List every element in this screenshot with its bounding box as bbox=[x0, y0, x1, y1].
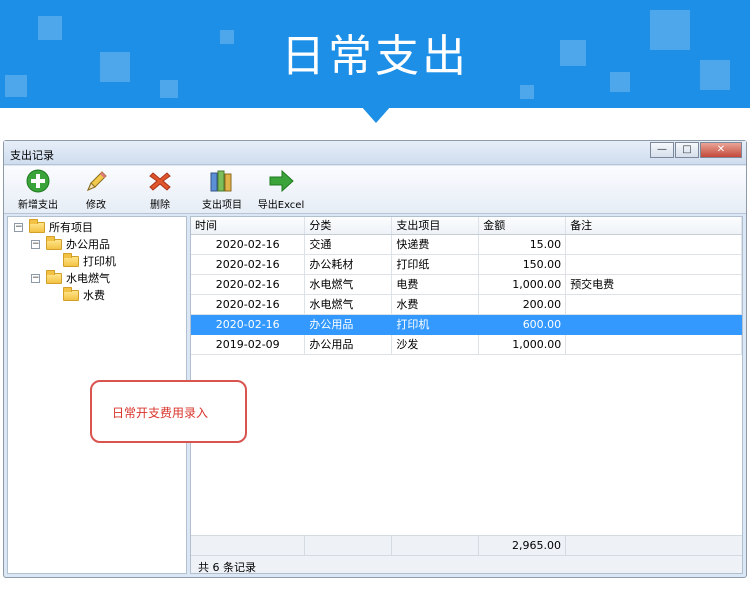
toolbar-label: 删除 bbox=[150, 200, 170, 211]
add-expense-button[interactable]: 新增支出 bbox=[12, 168, 64, 211]
tree-item-label: 水电燃气 bbox=[66, 272, 110, 285]
callout-text: 日常开支费用录入 bbox=[112, 406, 209, 420]
window-controls: — □ ✕ bbox=[649, 142, 742, 158]
total-amount: 2,965.00 bbox=[512, 539, 561, 552]
collapse-toggle[interactable]: − bbox=[31, 239, 40, 249]
cell-amount: 200.00 bbox=[478, 294, 567, 315]
summary-cell bbox=[305, 536, 392, 555]
cell-amount: 150.00 bbox=[478, 254, 567, 275]
tree-item-label: 办公用品 bbox=[66, 238, 110, 251]
cell-category: 办公用品 bbox=[304, 334, 393, 355]
folder-icon bbox=[46, 269, 62, 284]
toolbar-label: 修改 bbox=[86, 200, 106, 211]
close-button[interactable]: ✕ bbox=[700, 142, 742, 158]
cell-date: 2020-02-16 bbox=[191, 234, 306, 255]
summary-cell bbox=[392, 536, 479, 555]
cell-amount: 600.00 bbox=[478, 314, 567, 335]
cell-item: 打印机 bbox=[391, 314, 480, 335]
cell-amount: 15.00 bbox=[478, 234, 567, 255]
cell-date: 2020-02-16 bbox=[191, 274, 306, 295]
cell-item: 电费 bbox=[391, 274, 480, 295]
pencil-icon bbox=[82, 168, 110, 194]
tree-item-water[interactable]: 水费 bbox=[63, 286, 105, 303]
tree-item-label: 所有项目 bbox=[49, 221, 93, 234]
cell-amount: 1,000.00 bbox=[478, 334, 567, 355]
tree-item-label: 水费 bbox=[83, 289, 105, 302]
column-header-note[interactable]: 备注 bbox=[565, 217, 742, 235]
cell-item: 快递费 bbox=[391, 234, 480, 255]
cell-category: 办公用品 bbox=[304, 314, 393, 335]
table-row[interactable]: 2020-02-16 水电燃气 水费 200.00 bbox=[191, 294, 742, 315]
records-table: 时间 分类 支出项目 金额 备注 2020-02-16 交通 快递费 15.00… bbox=[191, 217, 742, 355]
decor-square bbox=[520, 85, 534, 99]
collapse-toggle[interactable]: − bbox=[14, 222, 23, 232]
cell-note: 预交电费 bbox=[565, 274, 742, 295]
column-header-amount[interactable]: 金额 bbox=[478, 217, 567, 235]
summary-cell bbox=[191, 536, 305, 555]
cell-date: 2020-02-16 bbox=[191, 314, 306, 335]
toolbar-label: 支出项目 bbox=[202, 200, 242, 211]
cell-date: 2019-02-09 bbox=[191, 334, 306, 355]
tree-item-office[interactable]: − 办公用品 bbox=[31, 235, 110, 252]
folder-icon bbox=[46, 235, 62, 250]
banner-arrow bbox=[361, 106, 391, 123]
records-grid: 时间 分类 支出项目 金额 备注 2020-02-16 交通 快递费 15.00… bbox=[190, 216, 743, 574]
cell-note bbox=[565, 334, 742, 355]
cell-category: 交通 bbox=[304, 234, 393, 255]
cell-category: 水电燃气 bbox=[304, 294, 393, 315]
delete-icon bbox=[146, 168, 174, 194]
folder-icon bbox=[29, 218, 45, 233]
delete-button[interactable]: 删除 bbox=[138, 168, 182, 211]
table-row[interactable]: 2020-02-16 水电燃气 电费 1,000.00 预交电费 bbox=[191, 274, 742, 295]
column-header-category[interactable]: 分类 bbox=[304, 217, 393, 235]
window-titlebar[interactable]: 支出记录 — □ ✕ bbox=[4, 141, 746, 165]
books-icon bbox=[208, 168, 236, 194]
cell-note bbox=[565, 294, 742, 315]
minimize-button[interactable]: — bbox=[650, 142, 674, 158]
cell-item: 打印纸 bbox=[391, 254, 480, 275]
table-row[interactable]: 2020-02-16 办公耗材 打印纸 150.00 bbox=[191, 254, 742, 275]
toolbar-label: 导出Excel bbox=[257, 200, 305, 211]
column-header-item[interactable]: 支出项目 bbox=[391, 217, 480, 235]
export-excel-button[interactable]: 导出Excel bbox=[256, 168, 306, 211]
toolbar-label: 新增支出 bbox=[18, 200, 58, 211]
add-icon bbox=[24, 168, 52, 194]
record-count: 共 6 条记录 bbox=[198, 561, 256, 574]
folder-icon bbox=[63, 252, 79, 267]
table-row[interactable]: 2019-02-09 办公用品 沙发 1,000.00 bbox=[191, 334, 742, 355]
table-header: 时间 分类 支出项目 金额 备注 bbox=[191, 217, 742, 235]
cell-date: 2020-02-16 bbox=[191, 294, 306, 315]
tree-item-all[interactable]: − 所有项目 bbox=[14, 218, 93, 235]
cell-item: 沙发 bbox=[391, 334, 480, 355]
folder-icon bbox=[63, 286, 79, 301]
toolbar: 新增支出 修改 删除 支出项目 导出Excel bbox=[4, 166, 746, 214]
maximize-button[interactable]: □ bbox=[675, 142, 699, 158]
edit-button[interactable]: 修改 bbox=[74, 168, 118, 211]
cell-category: 办公耗材 bbox=[304, 254, 393, 275]
cell-note bbox=[565, 254, 742, 275]
cell-date: 2020-02-16 bbox=[191, 254, 306, 275]
export-arrow-icon bbox=[267, 168, 295, 194]
expense-items-button[interactable]: 支出项目 bbox=[196, 168, 248, 211]
table-row-selected[interactable]: 2020-02-16 办公用品 打印机 600.00 bbox=[191, 314, 742, 335]
app-window: 支出记录 — □ ✕ 新增支出 修改 删除 支出项目 导出Excel − 所有项… bbox=[3, 140, 747, 578]
callout-box: 日常开支费用录入 bbox=[90, 380, 247, 443]
column-header-date[interactable]: 时间 bbox=[191, 217, 306, 235]
cell-amount: 1,000.00 bbox=[478, 274, 567, 295]
summary-row: 2,965.00 bbox=[191, 535, 742, 555]
banner-title: 日常支出 bbox=[281, 31, 469, 82]
cell-category: 水电燃气 bbox=[304, 274, 393, 295]
banner: 日常支出 bbox=[0, 0, 750, 108]
tree-item-printer[interactable]: 打印机 bbox=[63, 252, 116, 269]
cell-item: 水费 bbox=[391, 294, 480, 315]
window-title: 支出记录 bbox=[10, 149, 54, 162]
collapse-toggle[interactable]: − bbox=[31, 273, 40, 283]
table-row[interactable]: 2020-02-16 交通 快递费 15.00 bbox=[191, 234, 742, 255]
status-bar: 共 6 条记录 bbox=[191, 555, 742, 574]
tree-item-utilities[interactable]: − 水电燃气 bbox=[31, 269, 110, 286]
cell-note bbox=[565, 314, 742, 335]
tree-item-label: 打印机 bbox=[83, 255, 116, 268]
cell-note bbox=[565, 234, 742, 255]
summary-cell: 2,965.00 bbox=[479, 536, 566, 555]
